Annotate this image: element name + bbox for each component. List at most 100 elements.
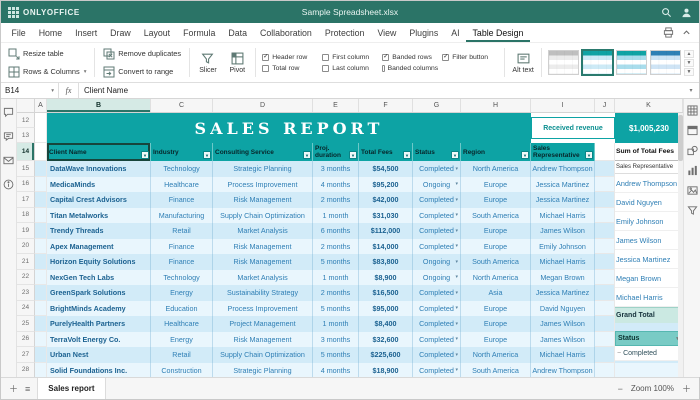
row-header[interactable]: 28 [17, 363, 35, 378]
column-header-I[interactable]: I [531, 99, 595, 112]
user-icon[interactable] [681, 7, 692, 18]
cell-B-client-name[interactable]: BrightMinds Academy [47, 301, 151, 317]
cell-H-region[interactable]: Europe [461, 177, 531, 193]
cell-I-sales-representative[interactable]: Jessica Martinez [531, 285, 595, 301]
pivot-row[interactable]: Megan Brown [615, 269, 683, 288]
cell-J[interactable] [595, 363, 615, 378]
gallery-more-icon[interactable]: ▼ [684, 68, 694, 76]
cell-C-industry[interactable]: Retail [151, 223, 213, 239]
column-header-J[interactable]: J [595, 99, 615, 112]
cell-E-proj-duration[interactable]: 2 months [313, 285, 359, 301]
cell-B-client-name[interactable]: Capital Crest Advisors [47, 192, 151, 208]
cell-H-region[interactable]: Europe [461, 239, 531, 255]
status-dropdown-icon[interactable]: ▾ [455, 181, 458, 187]
cell-G-status[interactable]: Completed▾ [413, 192, 461, 208]
cell-B-client-name[interactable]: GreenSpark Solutions [47, 285, 151, 301]
cell-E-proj-duration[interactable]: 5 months [313, 254, 359, 270]
cell-I-sales-representative[interactable]: Megan Brown [531, 270, 595, 286]
tab-protection[interactable]: Protection [318, 23, 371, 42]
cell-E-proj-duration[interactable]: 4 months [313, 177, 359, 193]
cell-J[interactable] [595, 285, 615, 301]
about-icon[interactable] [3, 179, 14, 190]
row-header[interactable]: 19 [17, 223, 35, 239]
cell-B-client-name[interactable]: NexGen Tech Labs [47, 270, 151, 286]
cell-I-sales-representative[interactable]: Michael Harris [531, 254, 595, 270]
cell-E-proj-duration[interactable]: 4 months [313, 363, 359, 378]
zoom-out-button[interactable]: − [618, 384, 623, 394]
cell-F-total-fees[interactable]: $31,030 [359, 208, 413, 224]
zoom-in-button[interactable]: ＋ [682, 382, 691, 395]
column-header-D[interactable]: D [213, 99, 313, 112]
status-dropdown-icon[interactable]: ▾ [455, 243, 458, 249]
cell-A[interactable] [35, 192, 47, 208]
shape-settings-icon[interactable] [687, 145, 698, 156]
filter-icon[interactable]: ▾ [403, 151, 411, 159]
cell-H-region[interactable]: Europe [461, 192, 531, 208]
column-client-name-header[interactable]: Client Name▾ [47, 143, 151, 161]
cell-D-consulting-service[interactable]: Process Improvement [213, 177, 313, 193]
cell-A[interactable] [35, 161, 47, 177]
cell-J[interactable] [595, 301, 615, 317]
cell-F-total-fees[interactable]: $18,900 [359, 363, 413, 378]
insert-function-button[interactable]: fx [59, 83, 79, 98]
slicer-button[interactable]: Slicer [196, 52, 220, 74]
cell-I-sales-representative[interactable]: Andrew Thompson [531, 363, 595, 378]
cell-D-consulting-service[interactable]: Market Analysis [213, 270, 313, 286]
row-header[interactable]: 23 [17, 285, 35, 301]
cell-A[interactable] [35, 332, 47, 348]
filter-icon[interactable]: ▾ [303, 151, 311, 159]
row-header[interactable]: 26 [17, 332, 35, 348]
cell-D-consulting-service[interactable]: Strategic Planning [213, 363, 313, 378]
column-proj-duration-header[interactable]: Proj. duration▾ [313, 143, 359, 161]
cell-G-status[interactable]: Completed▾ [413, 316, 461, 332]
cell-E-proj-duration[interactable]: 2 months [313, 192, 359, 208]
cell-D-consulting-service[interactable]: Strategic Planning [213, 161, 313, 177]
search-icon[interactable] [661, 7, 672, 18]
checkbox-filter-button[interactable]: ✓Filter button [442, 54, 498, 61]
cell-C-industry[interactable]: Energy [151, 332, 213, 348]
row-header[interactable]: 15 [17, 161, 35, 177]
cell-I-sales-representative[interactable]: James Wilson [531, 316, 595, 332]
row-header[interactable]: 14 [17, 143, 35, 161]
cell-G-status[interactable]: Completed▾ [413, 161, 461, 177]
cell-name-box[interactable]: B14 ▾ [1, 83, 59, 98]
image-settings-icon[interactable] [687, 185, 698, 196]
status-dropdown-icon[interactable]: ▾ [455, 166, 458, 172]
cell-E-proj-duration[interactable]: 3 months [313, 161, 359, 177]
cell-H-region[interactable]: Asia [461, 285, 531, 301]
cell-A[interactable] [35, 254, 47, 270]
cell-H-region[interactable]: South America [461, 363, 531, 378]
cell-I-sales-representative[interactable]: Andrew Thompson [531, 161, 595, 177]
cell-F-total-fees[interactable]: $16,500 [359, 285, 413, 301]
cell-C-industry[interactable]: Construction [151, 363, 213, 378]
cell-I-sales-representative[interactable]: James Wilson [531, 332, 595, 348]
cell-C-industry[interactable]: Technology [151, 270, 213, 286]
formula-bar-expand-icon[interactable]: ▾ [683, 83, 699, 98]
column-header-E[interactable]: E [313, 99, 359, 112]
cell-A[interactable] [35, 113, 47, 143]
alt-text-button[interactable]: Alt text [511, 52, 535, 74]
cell-C-industry[interactable]: Education [151, 301, 213, 317]
tab-file[interactable]: File [5, 23, 32, 42]
pivot-row[interactable]: Andrew Thompson [615, 174, 683, 193]
cell-B-client-name[interactable]: Trendy Threads [47, 223, 151, 239]
filter-icon[interactable]: ▾ [585, 151, 593, 159]
cell-D-consulting-service[interactable]: Risk Management [213, 239, 313, 255]
cell-H-region[interactable]: South America [461, 208, 531, 224]
cell-G-status[interactable]: Ongoing▾ [413, 270, 461, 286]
column-consulting-service-header[interactable]: Consulting Service▾ [213, 143, 313, 161]
chart-settings-icon[interactable] [687, 165, 698, 176]
cell-settings-icon[interactable] [687, 105, 698, 116]
cell-A[interactable] [35, 363, 47, 378]
filter-icon[interactable]: ▾ [349, 151, 357, 159]
tab-layout[interactable]: Layout [137, 23, 176, 42]
row-header[interactable]: 22 [17, 270, 35, 286]
cell-J[interactable] [595, 177, 615, 193]
scrollbar-thumb[interactable] [678, 115, 683, 161]
cell-H-region[interactable]: South America [461, 254, 531, 270]
cell-G-status[interactable]: Completed▾ [413, 347, 461, 363]
checkbox-banded-rows[interactable]: ✓Banded rows [382, 54, 438, 61]
cell-F-total-fees[interactable]: $95,200 [359, 177, 413, 193]
sheet-tab[interactable]: Sales report [37, 378, 105, 399]
status-dropdown-icon[interactable]: ▾ [455, 305, 458, 311]
